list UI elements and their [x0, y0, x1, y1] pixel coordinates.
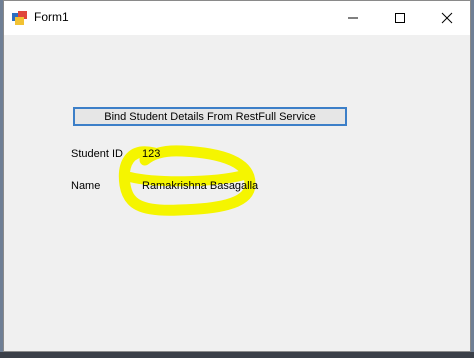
- minimize-icon: [348, 17, 358, 19]
- bind-button-label: Bind Student Details From RestFull Servi…: [104, 110, 316, 123]
- name-value: Ramakrishna Basagalla: [142, 180, 259, 192]
- student-id-value: 123: [142, 148, 161, 160]
- values-highlight-annotation: [118, 145, 256, 216]
- close-button[interactable]: [424, 1, 470, 35]
- maximize-button[interactable]: [377, 1, 423, 35]
- student-id-label: Student ID: [71, 148, 123, 160]
- desktop-background-strip: [0, 352, 474, 358]
- window-title: Form1: [34, 10, 69, 24]
- form1-window: Form1 Bind Student Details From RestFull…: [3, 0, 471, 352]
- title-bar[interactable]: Form1: [4, 1, 470, 35]
- name-label: Name: [71, 180, 101, 192]
- minimize-button[interactable]: [330, 1, 376, 35]
- close-icon: [441, 12, 453, 24]
- form-client-area: Bind Student Details From RestFull Servi…: [4, 35, 470, 351]
- maximize-icon: [395, 13, 405, 23]
- form-app-icon: [12, 11, 27, 25]
